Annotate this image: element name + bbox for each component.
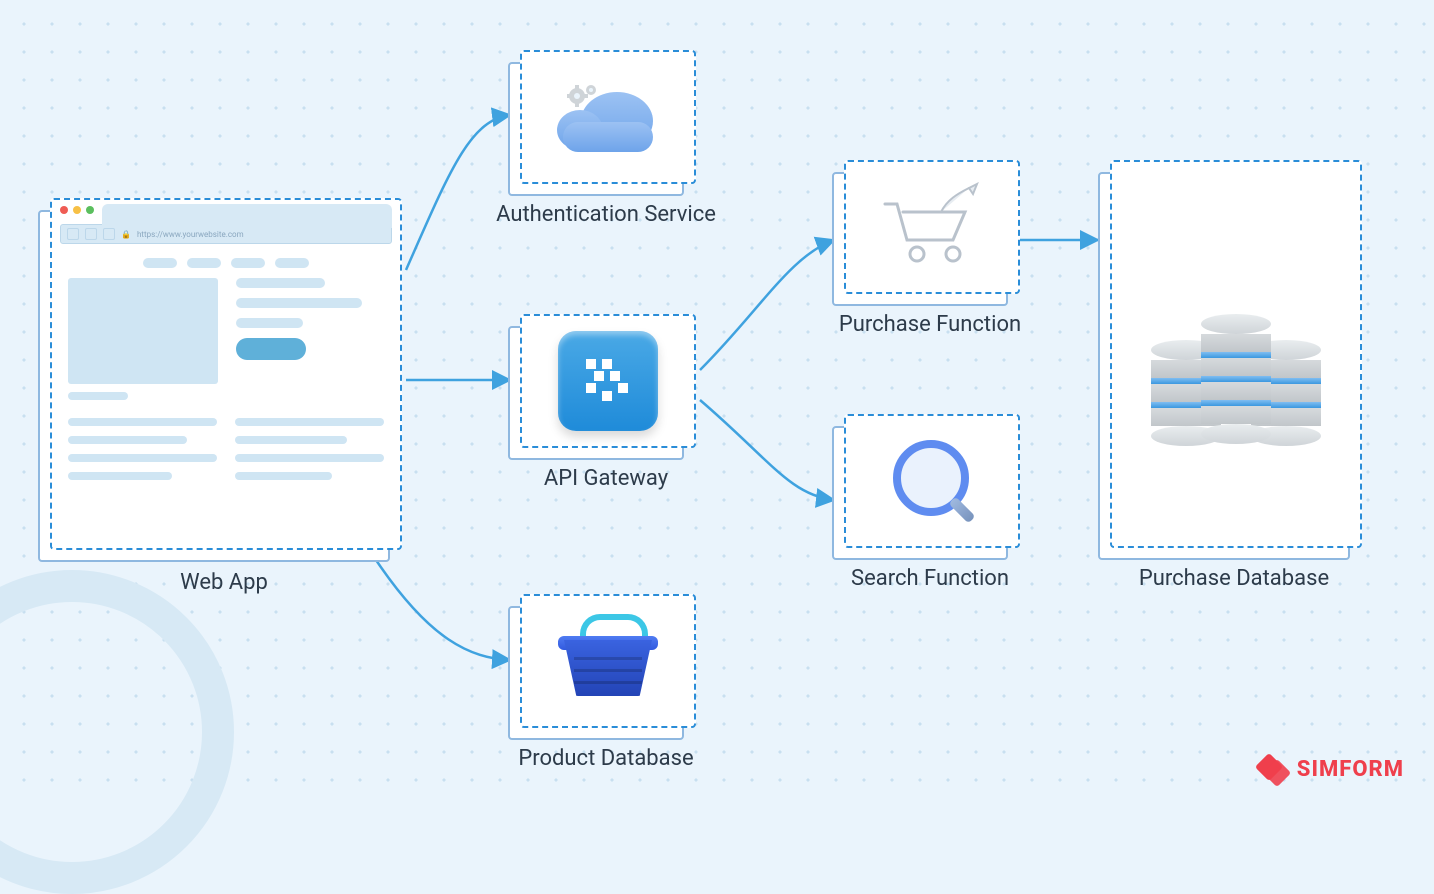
simform-logo: SIMFORM [1259, 754, 1404, 784]
simform-mark-icon [1259, 754, 1289, 784]
webapp-node: 🔒https://www.yourwebsite.com [50, 198, 398, 546]
brand-text: SIMFORM [1297, 757, 1404, 782]
magnifier-icon [887, 436, 977, 526]
auth-label: Authentication Service [496, 202, 716, 227]
product-node: Product Database [520, 594, 692, 724]
webapp-label: Web App [180, 570, 268, 595]
search-label: Search Function [851, 566, 1009, 591]
api-node: API Gateway [520, 314, 692, 444]
database-icon [1151, 254, 1321, 454]
product-label: Product Database [518, 746, 693, 771]
window-traffic-lights [60, 206, 94, 214]
basket-icon [558, 626, 658, 696]
purchase-node: Purchase Function [844, 160, 1016, 290]
api-label: API Gateway [544, 466, 668, 491]
cloud-icon [553, 82, 663, 152]
search-node: Search Function [844, 414, 1016, 544]
purchdb-node: Purchase Database [1110, 160, 1358, 544]
api-gateway-icon [558, 331, 658, 431]
auth-node: Authentication Service [520, 50, 692, 180]
cart-icon [877, 182, 987, 272]
purchase-label: Purchase Function [839, 312, 1021, 337]
url-text: https://www.yourwebsite.com [137, 230, 244, 239]
purchdb-label: Purchase Database [1139, 566, 1329, 591]
